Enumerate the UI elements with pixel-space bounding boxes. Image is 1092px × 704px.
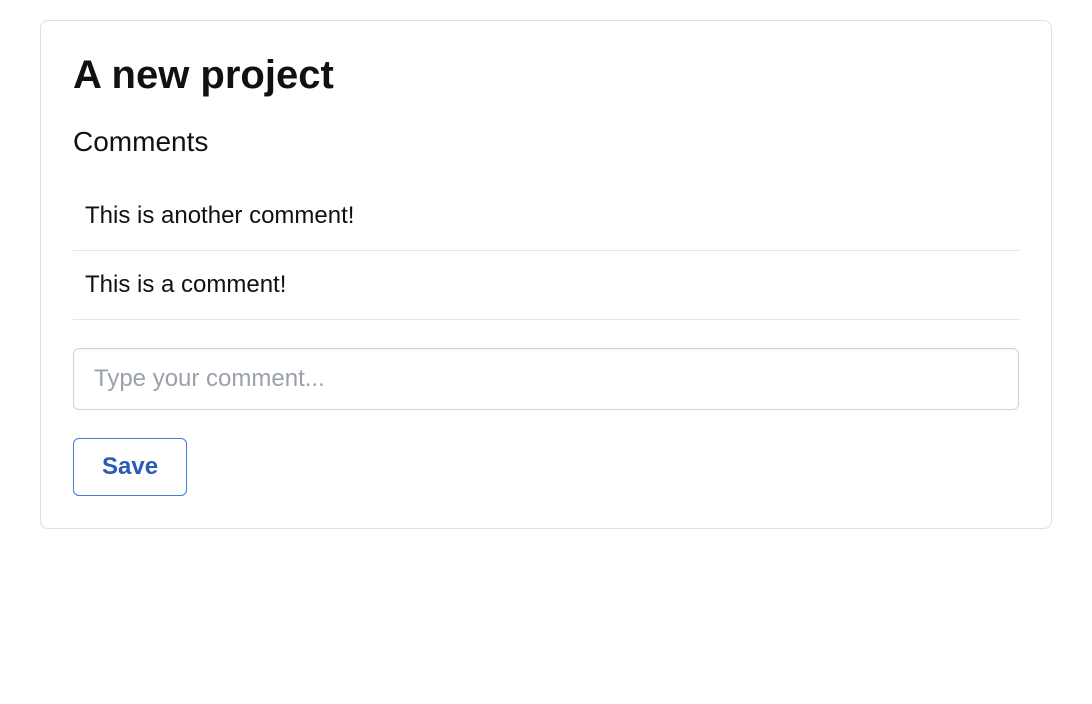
- save-button[interactable]: Save: [73, 438, 187, 496]
- comment-input[interactable]: [73, 348, 1019, 410]
- comment-item: This is another comment!: [73, 182, 1019, 251]
- comment-item: This is a comment!: [73, 251, 1019, 320]
- comments-heading: Comments: [73, 126, 1019, 158]
- project-title: A new project: [73, 53, 1019, 98]
- comment-list: This is another comment! This is a comme…: [73, 182, 1019, 320]
- project-card: A new project Comments This is another c…: [40, 20, 1052, 529]
